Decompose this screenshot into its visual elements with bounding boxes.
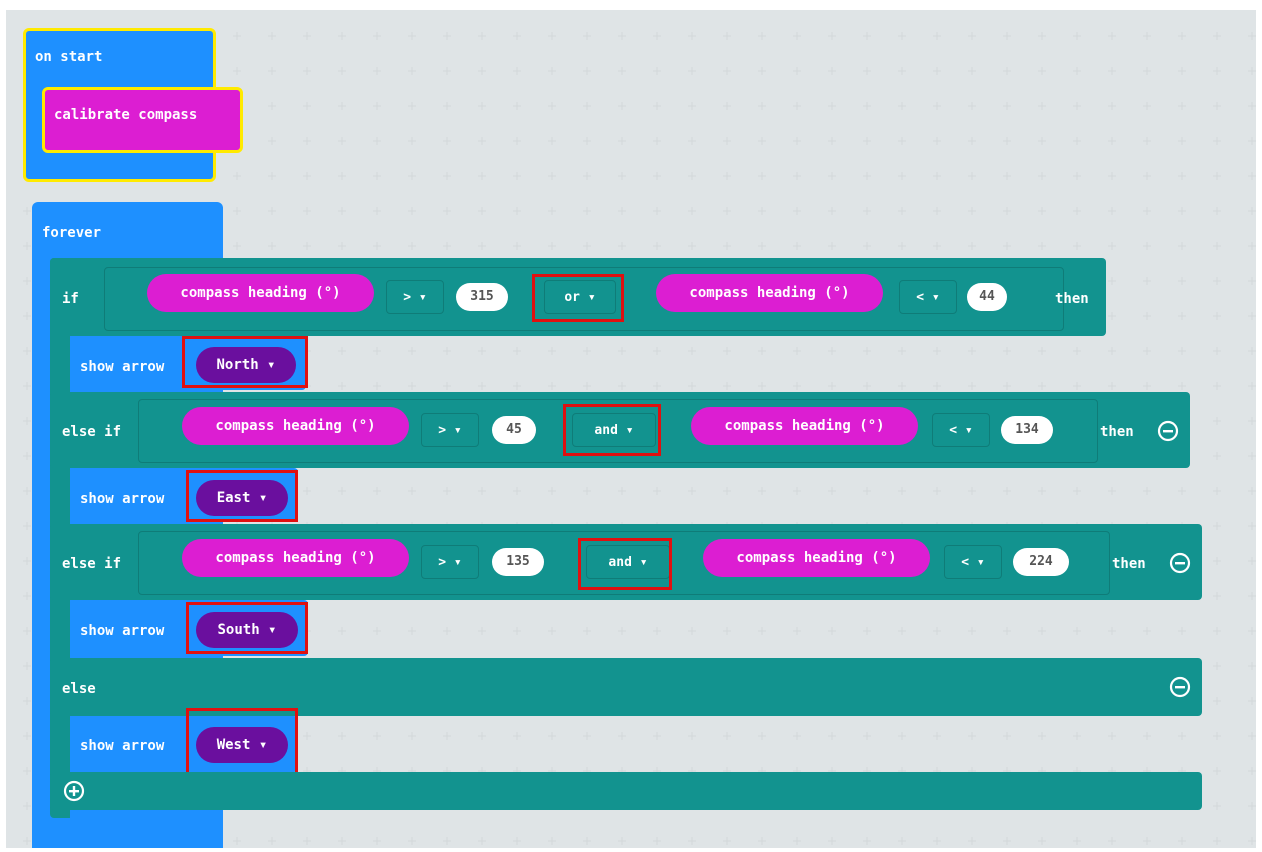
comparison-operator-dropdown[interactable]: < ▾: [944, 545, 1002, 579]
number-input[interactable]: 45: [492, 416, 536, 444]
minus-circle-icon[interactable]: [1169, 552, 1191, 574]
number-input[interactable]: 44: [967, 283, 1007, 311]
highlight-box: [563, 404, 661, 456]
highlight-box: [578, 538, 672, 590]
number-input[interactable]: 134: [1001, 416, 1053, 444]
compass-heading-reporter[interactable]: compass heading (°): [691, 407, 918, 445]
show-arrow-label: show arrow: [80, 491, 165, 507]
if-block-footer: [50, 772, 1202, 810]
compass-heading-reporter[interactable]: compass heading (°): [656, 274, 883, 312]
plus-circle-icon[interactable]: [63, 780, 85, 802]
compass-heading-reporter[interactable]: compass heading (°): [703, 539, 930, 577]
highlight-box: [186, 470, 298, 522]
on-start-label: on start: [35, 49, 103, 65]
else-if-keyword: else if: [62, 424, 122, 440]
number-input[interactable]: 315: [456, 283, 508, 311]
comparison-operator-dropdown[interactable]: > ▾: [421, 413, 479, 447]
blocks-workspace[interactable]: on start calibrate compass forever if co…: [6, 10, 1256, 848]
comparison-operator-dropdown[interactable]: > ▾: [421, 545, 479, 579]
comparison-operator-dropdown[interactable]: < ▾: [899, 280, 957, 314]
number-input[interactable]: 135: [492, 548, 544, 576]
highlight-box: [186, 708, 298, 776]
forever-label: forever: [42, 225, 102, 241]
highlight-box: [186, 602, 308, 654]
if-keyword: if: [62, 291, 79, 307]
compass-heading-reporter[interactable]: compass heading (°): [147, 274, 374, 312]
comparison-operator-dropdown[interactable]: < ▾: [932, 413, 990, 447]
show-arrow-label: show arrow: [80, 623, 165, 639]
then-keyword: then: [1112, 556, 1146, 572]
compass-heading-reporter[interactable]: compass heading (°): [182, 539, 409, 577]
else-if-keyword: else if: [62, 556, 122, 572]
show-arrow-label: show arrow: [80, 359, 165, 375]
highlight-box: [182, 336, 308, 388]
compass-heading-reporter[interactable]: compass heading (°): [182, 407, 409, 445]
calibrate-compass-label: calibrate compass: [54, 107, 198, 123]
show-arrow-label: show arrow: [80, 738, 165, 754]
comparison-operator-dropdown[interactable]: > ▾: [386, 280, 444, 314]
number-input[interactable]: 224: [1013, 548, 1069, 576]
highlight-box: [532, 274, 624, 322]
minus-circle-icon[interactable]: [1157, 420, 1179, 442]
else-keyword: else: [62, 681, 96, 697]
minus-circle-icon[interactable]: [1169, 676, 1191, 698]
then-keyword: then: [1100, 424, 1134, 440]
then-keyword: then: [1055, 291, 1089, 307]
